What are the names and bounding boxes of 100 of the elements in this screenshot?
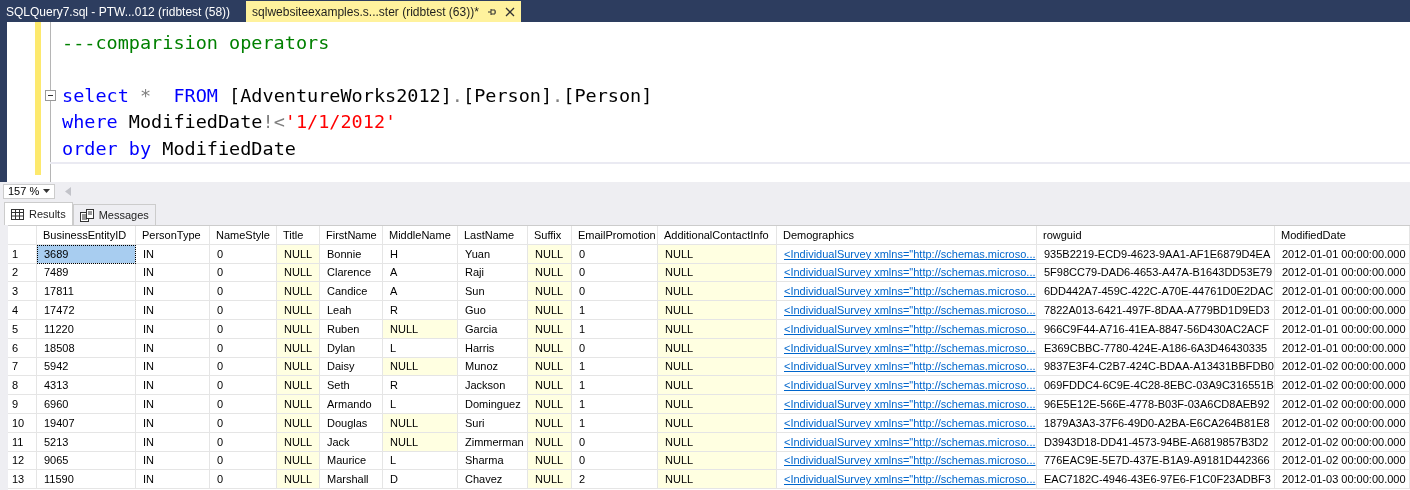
table-cell: 4313	[37, 376, 136, 396]
table-cell: 7489	[37, 263, 136, 283]
table-cell: NULL	[658, 282, 777, 302]
table-cell: L	[383, 338, 458, 358]
xml-link[interactable]: <IndividualSurvey xmlns="http://schemas.microso...	[777, 320, 1037, 339]
xml-link[interactable]: <IndividualSurvey xmlns="http://schemas.microso...	[777, 451, 1037, 471]
xml-link[interactable]: <IndividualSurvey xmlns="http://schemas.microso...	[777, 376, 1037, 396]
xml-link[interactable]: <IndividualSurvey xmlns="http://schemas.microso...	[777, 357, 1037, 377]
table-cell: NULL	[277, 282, 320, 302]
column-header[interactable]: LastName	[458, 226, 528, 245]
table-cell: NULL	[658, 376, 777, 396]
collapse-icon[interactable]	[45, 90, 56, 101]
table-cell: IN	[136, 451, 210, 471]
table-cell: Candice	[320, 282, 383, 302]
column-header[interactable]: ModifiedDate	[1275, 226, 1410, 245]
table-cell: L	[383, 451, 458, 471]
xml-link[interactable]: <IndividualSurvey xmlns="http://schemas.microso...	[777, 432, 1037, 452]
table-cell: 5213	[37, 432, 136, 452]
table-cell: D3943D18-DD41-4573-94BE-A6819857B3D2	[1037, 432, 1275, 452]
table-cell: NULL	[277, 395, 320, 414]
table-cell: NULL	[277, 470, 320, 490]
table-cell: 1879A3A3-37F6-49D0-A2BA-E6CA264B81E8	[1037, 413, 1275, 433]
table-cell: 9065	[37, 451, 136, 471]
close-icon[interactable]	[504, 6, 515, 17]
table-cell: A	[383, 282, 458, 302]
column-header[interactable]: Suffix	[528, 226, 572, 245]
xml-link[interactable]: <IndividualSurvey xmlns="http://schemas.microso...	[777, 395, 1037, 414]
table-cell: IN	[136, 413, 210, 433]
table-cell: 96E5E12E-566E-4778-B03F-03A6CD8AEB92	[1037, 395, 1275, 414]
table-cell: Clarence	[320, 263, 383, 283]
column-header[interactable]: PersonType	[136, 226, 210, 245]
document-tab[interactable]: SQLQuery7.sql - PTW...012 (ridbtest (58))	[0, 1, 237, 22]
column-header[interactable]: Demographics	[777, 226, 1037, 245]
table-cell: 2012-01-01 00:00:00.000	[1275, 301, 1410, 320]
column-header[interactable]: EmailPromotion	[572, 226, 658, 245]
xml-link[interactable]: <IndividualSurvey xmlns="http://schemas.microso...	[777, 263, 1037, 283]
document-tab[interactable]: sqlwebsiteexamples.s...ster (ridbtest (63))*	[246, 1, 521, 22]
xml-link[interactable]: <IndividualSurvey xmlns="http://schemas.microso...	[777, 282, 1037, 302]
table-cell: 966C9F44-A716-41EA-8847-56D430AC2ACF	[1037, 320, 1275, 339]
code-editor[interactable]: ---comparision operators select * FROM [AdventureWorks2012].[Person].[Person] where ModifiedDate!<'1/1/2012' order by ModifiedDate	[0, 22, 1410, 182]
code-line: where ModifiedDate!<'1/1/2012'	[62, 111, 397, 133]
table-cell: 2012-01-01 00:00:00.000	[1275, 338, 1410, 358]
table-cell: NULL	[528, 470, 572, 490]
xml-link[interactable]: <IndividualSurvey xmlns="http://schemas.microso...	[777, 470, 1037, 490]
table-cell: 2012-01-02 00:00:00.000	[1275, 451, 1410, 471]
code-line: select * FROM [AdventureWorks2012].[Person].[Person]	[62, 84, 653, 106]
table-cell: NULL	[528, 282, 572, 302]
table-cell: D	[383, 470, 458, 490]
table-cell: R	[383, 301, 458, 320]
xml-link[interactable]: <IndividualSurvey xmlns="http://schemas.microso...	[777, 301, 1037, 320]
row-number: 5	[8, 320, 37, 339]
results-tab[interactable]: Messages	[72, 204, 156, 225]
table-cell: 2012-01-01 00:00:00.000	[1275, 320, 1410, 339]
table-cell: 17811	[37, 282, 136, 302]
zoom-dropdown[interactable]: 157 %	[3, 183, 55, 199]
table-cell: IN	[136, 376, 210, 396]
table-cell: 6960	[37, 395, 136, 414]
table-cell: 2012-01-01 00:00:00.000	[1275, 244, 1410, 264]
table-cell: IN	[136, 244, 210, 264]
xml-link[interactable]: <IndividualSurvey xmlns="http://schemas.microso...	[777, 338, 1037, 358]
row-number: 7	[8, 357, 37, 377]
table-cell: 11220	[37, 320, 136, 339]
table-cell: A	[383, 263, 458, 283]
table-cell: 2012-01-02 00:00:00.000	[1275, 376, 1410, 396]
pin-icon[interactable]	[486, 6, 497, 17]
row-number: 12	[8, 451, 37, 471]
row-number: 2	[8, 263, 37, 283]
table-cell: IN	[136, 338, 210, 358]
row-number: 9	[8, 395, 37, 414]
table-cell: Bonnie	[320, 244, 383, 264]
table-cell: 069FDDC4-6C9E-4C28-8EBC-03A9C316551B	[1037, 376, 1275, 396]
column-header[interactable]: MiddleName	[383, 226, 458, 245]
table-cell: Dylan	[320, 338, 383, 358]
row-number: 6	[8, 338, 37, 358]
table-cell: Seth	[320, 376, 383, 396]
table-cell: 5942	[37, 357, 136, 377]
xml-link[interactable]: <IndividualSurvey xmlns="http://schemas.microso...	[777, 244, 1037, 264]
table-cell: NULL	[277, 376, 320, 396]
results-tab[interactable]: Results	[4, 202, 73, 225]
column-header[interactable]: rowguid	[1037, 226, 1275, 245]
table-cell: NULL	[528, 301, 572, 320]
table-cell: NULL	[658, 301, 777, 320]
table-cell: NULL	[658, 395, 777, 414]
xml-link[interactable]: <IndividualSurvey xmlns="http://schemas.microso...	[777, 413, 1037, 433]
column-header[interactable]: NameStyle	[210, 226, 277, 245]
column-header[interactable]: FirstName	[320, 226, 383, 245]
column-header[interactable]: Title	[277, 226, 320, 245]
table-cell: IN	[136, 301, 210, 320]
table-cell: IN	[136, 395, 210, 414]
table-cell: 2012-01-02 00:00:00.000	[1275, 395, 1410, 414]
table-cell: 5F98CC79-DAD6-4653-A47A-B1643DD53E79	[1037, 263, 1275, 283]
table-cell: Armando	[320, 395, 383, 414]
column-header[interactable]: AdditionalContactInfo	[658, 226, 777, 245]
row-number: 8	[8, 376, 37, 396]
table-cell: 19407	[37, 413, 136, 433]
table-cell: IN	[136, 282, 210, 302]
table-cell: R	[383, 376, 458, 396]
column-header[interactable]: BusinessEntityID	[37, 226, 136, 245]
table-cell: 2012-01-01 00:00:00.000	[1275, 282, 1410, 302]
table-cell: H	[383, 244, 458, 264]
